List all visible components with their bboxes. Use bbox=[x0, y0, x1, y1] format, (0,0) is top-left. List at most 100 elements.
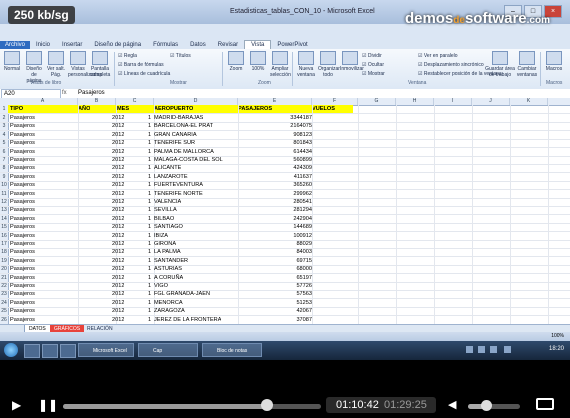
cell-tipo[interactable]: Pasajeros bbox=[10, 181, 35, 189]
cell-aeropuerto[interactable]: IBIZA bbox=[154, 232, 168, 240]
column-header-G[interactable]: G bbox=[358, 98, 396, 105]
cell-anio[interactable]: 2012 bbox=[112, 198, 124, 206]
cell-pasajeros[interactable]: 57563 bbox=[236, 290, 312, 298]
volume-slider[interactable] bbox=[468, 404, 520, 409]
cell-mes[interactable]: 1 bbox=[148, 181, 151, 189]
cell-tipo[interactable]: Pasajeros bbox=[10, 198, 35, 206]
cell-tipo[interactable]: Pasajeros bbox=[10, 240, 35, 248]
column-header-J[interactable]: J bbox=[472, 98, 510, 105]
view-button-3[interactable]: Vistas personalizadas bbox=[68, 51, 102, 78]
cell-anio[interactable]: 2012 bbox=[112, 181, 124, 189]
cell-mes[interactable]: 1 bbox=[148, 198, 151, 206]
column-header-I[interactable]: I bbox=[434, 98, 472, 105]
column-header-E[interactable]: E bbox=[238, 98, 312, 105]
cell-mes[interactable]: 1 bbox=[148, 232, 151, 240]
cell-tipo[interactable]: Pasajeros bbox=[10, 131, 35, 139]
view-button-4[interactable]: Pantalla completa bbox=[90, 51, 110, 78]
cell-anio[interactable]: 2012 bbox=[112, 206, 124, 214]
cell-mes[interactable]: 1 bbox=[148, 122, 151, 130]
column-header-K[interactable]: K bbox=[510, 98, 548, 105]
ie-icon[interactable] bbox=[24, 344, 40, 358]
header-pasajeros[interactable]: PASAJEROS bbox=[238, 105, 272, 113]
column-header-B[interactable]: B bbox=[78, 98, 116, 105]
cell-mes[interactable]: 1 bbox=[148, 190, 151, 198]
cell-pasajeros[interactable]: 57726 bbox=[236, 282, 312, 290]
window-checkbox-1[interactable]: ☑ Ocultar bbox=[362, 62, 384, 68]
cell-mes[interactable]: 1 bbox=[148, 316, 151, 324]
show-checkbox-0[interactable]: ☑ Regla bbox=[118, 53, 137, 59]
cell-tipo[interactable]: Pasajeros bbox=[10, 114, 35, 122]
cell-tipo[interactable]: Pasajeros bbox=[10, 139, 35, 147]
cell-mes[interactable]: 1 bbox=[148, 290, 151, 298]
cell-anio[interactable]: 2012 bbox=[112, 257, 124, 265]
cell-aeropuerto[interactable]: ALICANTE bbox=[154, 164, 181, 172]
macros-button[interactable]: Macros bbox=[543, 51, 565, 72]
cell-tipo[interactable]: Pasajeros bbox=[10, 148, 35, 156]
window-checkbox-4[interactable]: ☑ Desplazamiento sincrónico bbox=[418, 62, 484, 68]
cell-mes[interactable]: 1 bbox=[148, 164, 151, 172]
cell-tipo[interactable]: Pasajeros bbox=[10, 232, 35, 240]
cell-pasajeros[interactable]: 68000 bbox=[236, 265, 312, 273]
cell-aeropuerto[interactable]: FGL GRANADA-JAEN bbox=[154, 290, 210, 298]
cell-tipo[interactable]: Pasajeros bbox=[10, 223, 35, 231]
cell-tipo[interactable]: Pasajeros bbox=[10, 122, 35, 130]
cell-aeropuerto[interactable]: ASTURIAS bbox=[154, 265, 182, 273]
cell-aeropuerto[interactable]: GRAN CANARIA bbox=[154, 131, 197, 139]
cell-aeropuerto[interactable]: LA PALMA bbox=[154, 248, 181, 256]
cell-aeropuerto[interactable]: MALAGA-COSTA DEL SOL bbox=[154, 156, 223, 164]
cell-mes[interactable]: 1 bbox=[148, 139, 151, 147]
cell-anio[interactable]: 2012 bbox=[112, 316, 124, 324]
column-header-C[interactable]: C bbox=[116, 98, 154, 105]
column-header-D[interactable]: D bbox=[154, 98, 238, 105]
cell-anio[interactable]: 2012 bbox=[112, 282, 124, 290]
zoom-level[interactable]: 100% bbox=[551, 333, 564, 339]
cell-anio[interactable]: 2012 bbox=[112, 223, 124, 231]
window-checkbox-2[interactable]: ☑ Mostrar bbox=[362, 71, 385, 77]
tab-4[interactable]: Fórmulas bbox=[147, 41, 184, 49]
cell-pasajeros[interactable]: 65197 bbox=[236, 274, 312, 282]
show-checkbox-1[interactable]: ☑ Barra de fórmulas bbox=[118, 62, 164, 68]
cell-mes[interactable]: 1 bbox=[148, 307, 151, 315]
cell-anio[interactable]: 2012 bbox=[112, 131, 124, 139]
cell-anio[interactable]: 2012 bbox=[112, 232, 124, 240]
cell-aeropuerto[interactable]: FUERTEVENTURA bbox=[154, 181, 203, 189]
save-workspace-button[interactable]: Guardar área de trabajo bbox=[484, 51, 516, 78]
cell-anio[interactable]: 2012 bbox=[112, 240, 124, 248]
cell-aeropuerto[interactable]: VIGO bbox=[154, 282, 168, 290]
window-button-1[interactable]: Organizar todo bbox=[318, 51, 340, 78]
cell-aeropuerto[interactable]: A CORUÑA bbox=[154, 274, 183, 282]
cell-aeropuerto[interactable]: TENERIFE SUR bbox=[154, 139, 195, 147]
header-aeropuerto[interactable]: AEROPUERTO bbox=[154, 105, 193, 113]
cell-anio[interactable]: 2012 bbox=[112, 173, 124, 181]
cell-mes[interactable]: 1 bbox=[148, 248, 151, 256]
window-checkbox-0[interactable]: ☑ Dividir bbox=[362, 53, 382, 59]
cell-tipo[interactable]: Pasajeros bbox=[10, 206, 35, 214]
cell-mes[interactable]: 1 bbox=[148, 282, 151, 290]
cell-mes[interactable]: 1 bbox=[148, 240, 151, 248]
formula-input[interactable]: Pasajeros bbox=[78, 89, 105, 98]
taskbar-excel[interactable]: Microsoft Excel bbox=[78, 343, 134, 357]
taskbar-notepad[interactable]: Bloc de notas bbox=[202, 343, 262, 357]
tray-icon[interactable] bbox=[466, 346, 473, 353]
cell-pasajeros[interactable]: 2164075 bbox=[236, 122, 312, 130]
cell-mes[interactable]: 1 bbox=[148, 114, 151, 122]
cell-anio[interactable]: 2012 bbox=[112, 290, 124, 298]
cell-aeropuerto[interactable]: SEVILLA bbox=[154, 206, 177, 214]
cell-mes[interactable]: 1 bbox=[148, 206, 151, 214]
taskbar-cap[interactable]: Cap bbox=[138, 343, 198, 357]
cell-aeropuerto[interactable]: LANZAROTE bbox=[154, 173, 188, 181]
cell-pasajeros[interactable]: 242904 bbox=[236, 215, 312, 223]
cell-pasajeros[interactable]: 100912 bbox=[236, 232, 312, 240]
tray-icon[interactable] bbox=[478, 346, 485, 353]
zoom-button-0[interactable]: Zoom bbox=[226, 51, 246, 72]
cell-pasajeros[interactable]: 365260 bbox=[236, 181, 312, 189]
cell-anio[interactable]: 2012 bbox=[112, 299, 124, 307]
pause-icon[interactable]: ❚❚ bbox=[38, 398, 58, 412]
cell-tipo[interactable]: Pasajeros bbox=[10, 190, 35, 198]
cell-aeropuerto[interactable]: PALMA DE MALLORCA bbox=[154, 148, 214, 156]
fullscreen-icon[interactable] bbox=[536, 398, 554, 410]
cell-aeropuerto[interactable]: BILBAO bbox=[154, 215, 174, 223]
tab-2[interactable]: Insertar bbox=[56, 41, 88, 49]
cell-pasajeros[interactable]: 69715 bbox=[236, 257, 312, 265]
fx-icon[interactable]: fx bbox=[62, 89, 67, 98]
